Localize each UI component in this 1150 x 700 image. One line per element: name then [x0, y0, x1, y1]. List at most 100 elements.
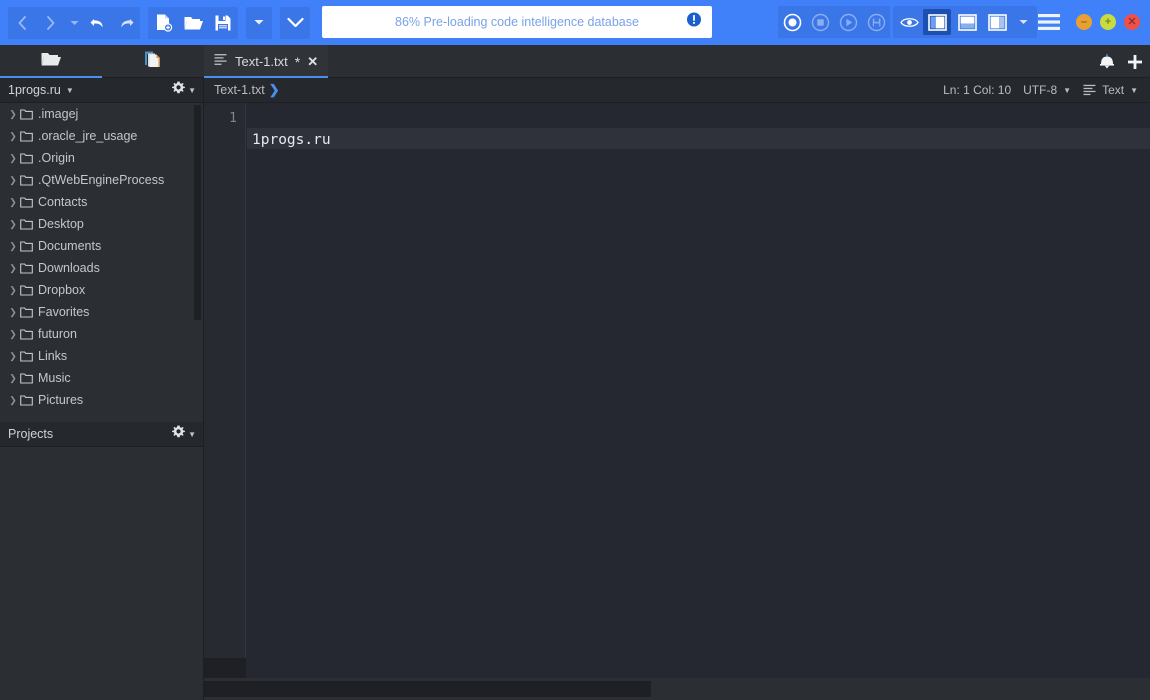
chevron-right-icon[interactable]: ❯ — [6, 175, 20, 186]
macro-stop-button[interactable] — [806, 6, 834, 38]
plus-icon: + — [1104, 15, 1112, 28]
encoding-selector[interactable]: UTF-8 ▼ — [1023, 83, 1071, 97]
tree-item-label: .Origin — [38, 151, 75, 165]
tree-item[interactable]: ❯ Favorites — [0, 301, 204, 323]
folder-icon — [20, 350, 33, 362]
chevron-down-icon[interactable]: ▼ — [66, 86, 74, 95]
places-file-tree[interactable]: ❯ .imagej ❯ .oracle_jre_usage ❯ .Origin ❯ .QtWe… — [0, 103, 204, 422]
forward-button[interactable] — [36, 7, 64, 39]
toolbar-more-group — [246, 6, 272, 39]
tree-item[interactable]: ❯ Pictures — [0, 389, 204, 411]
save-file-button[interactable] — [208, 7, 238, 39]
breadcrumb[interactable]: Text-1.txt ❯ — [214, 82, 280, 98]
minimize-button[interactable]: – — [1076, 14, 1092, 30]
caret-down-icon: ▼ — [188, 85, 196, 95]
new-tab-plus-icon[interactable] — [1126, 53, 1144, 71]
macro-save-button[interactable] — [862, 6, 890, 38]
folder-icon — [20, 174, 33, 186]
chevron-right-icon[interactable]: ❯ — [6, 329, 20, 340]
new-file-button[interactable] — [148, 7, 178, 39]
gear-icon — [172, 81, 185, 99]
tree-item-label: Pictures — [38, 393, 84, 407]
close-button[interactable]: ✕ — [1124, 14, 1140, 30]
info-circle-icon[interactable] — [686, 12, 702, 33]
caret-down-icon: ▼ — [1130, 85, 1138, 95]
toolbar-expand-dropdown[interactable] — [280, 7, 310, 39]
tree-item[interactable]: ❯ Links — [0, 345, 204, 367]
navigation-button-group — [8, 6, 140, 39]
tree-item[interactable]: ❯ .imagej — [0, 103, 204, 125]
editor-horizontal-scrollbar-thumb[interactable] — [204, 681, 651, 697]
tree-item[interactable]: ❯ Music — [0, 367, 204, 389]
cursor-position-label: Ln: 1 Col: 10 — [943, 83, 1012, 97]
tree-item[interactable]: ❯ futuron — [0, 323, 204, 345]
toggle-right-pane-button[interactable] — [983, 9, 1011, 35]
editor-horizontal-scrollbar-track[interactable] — [204, 678, 1150, 700]
hamburger-menu-button[interactable] — [1036, 11, 1062, 38]
places-panel-title[interactable]: 1progs.ru — [8, 83, 61, 97]
chevron-right-icon[interactable]: ❯ — [6, 131, 20, 142]
language-label: Text — [1102, 83, 1125, 97]
preview-eye-button[interactable] — [896, 6, 922, 38]
chevron-right-icon[interactable]: ❯ — [6, 307, 20, 318]
tree-item-label: Links — [38, 349, 68, 363]
chevron-right-icon[interactable]: ❯ — [6, 351, 20, 362]
open-files-tab[interactable] — [102, 45, 204, 78]
close-x-icon: ✕ — [1127, 15, 1137, 28]
tree-item[interactable]: ❯ Dropbox — [0, 279, 204, 301]
back-button[interactable] — [8, 7, 36, 39]
notifications-icon[interactable] — [1098, 53, 1116, 70]
undo-button[interactable] — [84, 7, 112, 39]
chevron-right-icon[interactable]: ❯ — [6, 241, 20, 252]
text-lines-icon — [1083, 84, 1097, 96]
toggle-left-pane-button[interactable] — [923, 9, 951, 35]
chevron-right-icon[interactable]: ❯ — [6, 285, 20, 296]
chevron-right-icon[interactable]: ❯ — [6, 219, 20, 230]
folder-icon — [20, 108, 33, 120]
chevron-right-icon[interactable]: ❯ — [269, 82, 280, 98]
status-progress-field[interactable]: 86% Pre-loading code intelligence databa… — [322, 6, 712, 38]
sidebar-vertical-scrollbar[interactable] — [194, 105, 201, 320]
projects-panel-options-button[interactable]: ▼ — [172, 425, 196, 443]
folder-icon — [20, 152, 33, 164]
current-line-highlight — [247, 128, 1150, 149]
language-selector[interactable]: Text ▼ — [1083, 83, 1138, 97]
projects-panel: Projects ▼ — [0, 422, 204, 700]
tree-item[interactable]: ❯ Downloads — [0, 257, 204, 279]
projects-panel-body[interactable] — [0, 447, 204, 700]
places-panel-options-button[interactable]: ▼ — [172, 81, 196, 99]
tree-item[interactable]: ❯ .QtWebEngineProcess — [0, 169, 204, 191]
chevron-right-icon[interactable]: ❯ — [6, 263, 20, 274]
tree-item-label: Dropbox — [38, 283, 86, 297]
view-dropdown[interactable] — [1012, 6, 1034, 38]
editor-tab-text1[interactable]: Text-1.txt * ✕ — [204, 45, 329, 78]
macro-play-button[interactable] — [834, 6, 862, 38]
caret-down-icon: ▼ — [188, 429, 196, 439]
tree-item-label: Contacts — [38, 195, 88, 209]
main-toolbar: 86% Pre-loading code intelligence databa… — [0, 0, 1150, 45]
tree-item-label: Documents — [38, 239, 102, 253]
toolbar-more-dropdown[interactable] — [246, 7, 272, 39]
open-file-button[interactable] — [178, 7, 208, 39]
close-tab-icon[interactable]: ✕ — [307, 54, 318, 70]
tree-item[interactable]: ❯ .Origin — [0, 147, 204, 169]
maximize-button[interactable]: + — [1100, 14, 1116, 30]
chevron-right-icon[interactable]: ❯ — [6, 373, 20, 384]
redo-button[interactable] — [112, 7, 140, 39]
history-dropdown[interactable] — [64, 7, 84, 39]
tree-item[interactable]: ❯ Desktop — [0, 213, 204, 235]
tree-item[interactable]: ❯ Documents — [0, 235, 204, 257]
macro-record-button[interactable] — [778, 6, 806, 38]
code-editor[interactable]: 1 1progs.ru — [204, 103, 1150, 700]
tree-item[interactable]: ❯ .oracle_jre_usage — [0, 125, 204, 147]
chevron-right-icon[interactable]: ❯ — [6, 109, 20, 120]
toggle-bottom-pane-button[interactable] — [953, 9, 981, 35]
chevron-right-icon[interactable]: ❯ — [6, 197, 20, 208]
unsaved-changes-marker: * — [294, 53, 301, 70]
places-tab[interactable] — [0, 45, 102, 78]
tree-item[interactable]: ❯ Contacts — [0, 191, 204, 213]
folder-icon — [20, 306, 33, 318]
chevron-right-icon[interactable]: ❯ — [6, 153, 20, 164]
folder-icon — [20, 372, 33, 384]
chevron-right-icon[interactable]: ❯ — [6, 395, 20, 406]
